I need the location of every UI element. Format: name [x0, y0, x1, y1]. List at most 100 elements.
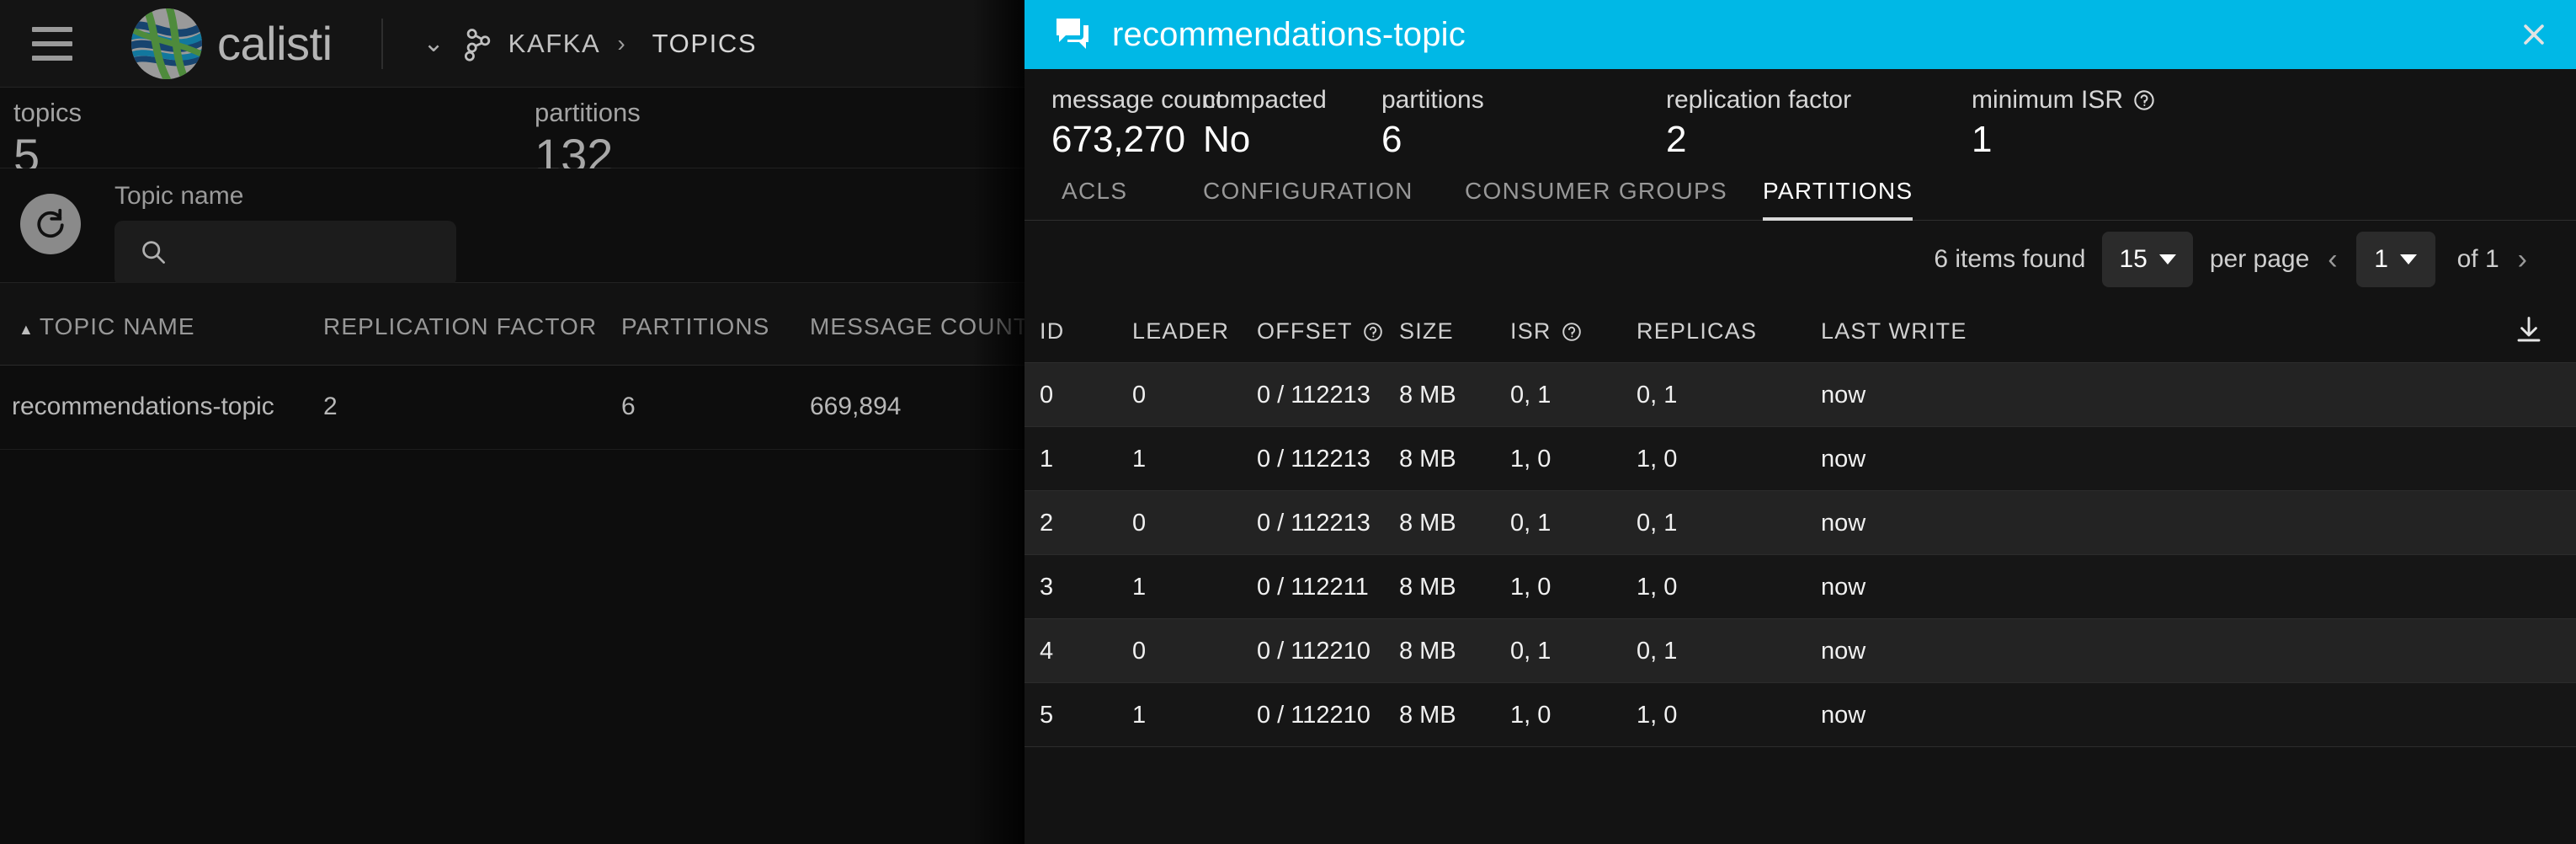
cell-last-write: now	[1821, 382, 1866, 409]
download-icon[interactable]	[2514, 315, 2544, 350]
cell-leader: 1	[1132, 446, 1147, 473]
cell-isr: 1, 0	[1510, 702, 1551, 729]
cell-id: 2	[1040, 510, 1054, 537]
panel-stat-partitions-value: 6	[1381, 119, 1402, 160]
panel-title: recommendations-topic	[1112, 15, 1466, 53]
close-icon[interactable]	[2515, 16, 2552, 53]
partitions-col-isr[interactable]: ISR	[1510, 318, 1582, 345]
cell-replicas: 1, 0	[1637, 574, 1678, 601]
cell-replicas: 0, 1	[1637, 382, 1678, 409]
stat-partitions-label: partitions	[535, 98, 641, 127]
partitions-table-header: ID LEADER OFFSET SIZE ISR REPLICAS LAST …	[1025, 298, 2576, 362]
partitions-col-size[interactable]: SIZE	[1399, 318, 1454, 345]
table-row[interactable]: 5 1 0 / 112210 8 MB 1, 0 1, 0 now	[1025, 682, 2576, 746]
breadcrumb-cluster-label[interactable]: KAFKA	[508, 29, 601, 59]
refresh-icon[interactable]	[20, 194, 81, 254]
hamburger-menu-icon[interactable]	[32, 26, 72, 61]
filter-bar: Topic name	[0, 168, 1031, 286]
cell-leader: 1	[1132, 574, 1147, 601]
table-row[interactable]: 2 0 0 / 112213 8 MB 0, 1 0, 1 now	[1025, 490, 2576, 554]
cell-id: 1	[1040, 446, 1054, 473]
search-input[interactable]	[178, 239, 431, 268]
cell-offset: 0 / 112210	[1257, 638, 1370, 665]
cell-topic-name: recommendations-topic	[12, 393, 274, 420]
panel-stat-compacted-label: compacted	[1203, 86, 1327, 114]
partitions-col-replicas[interactable]: REPLICAS	[1637, 318, 1757, 345]
search-icon	[140, 238, 167, 270]
cell-isr: 0, 1	[1510, 638, 1551, 665]
breadcrumb: ⌄ KAFKA › TOPICS	[423, 24, 758, 64]
page-select-value: 1	[2374, 245, 2388, 273]
help-icon[interactable]	[1562, 322, 1582, 342]
topics-table: ▲ TOPIC NAME REPLICATION FACTOR PARTITION…	[0, 283, 1031, 450]
cell-leader: 0	[1132, 638, 1147, 665]
per-page-select[interactable]: 15	[2102, 232, 2193, 287]
topics-table-header: ▲ TOPIC NAME REPLICATION FACTOR PARTITION…	[0, 283, 1031, 366]
topic-name-filter: Topic name	[114, 184, 456, 286]
cell-replicas: 1, 0	[1637, 446, 1678, 473]
cell-isr: 1, 0	[1510, 574, 1551, 601]
tab-configuration[interactable]: CONFIGURATION	[1203, 162, 1413, 221]
cell-last-write: now	[1821, 446, 1866, 473]
tab-acls[interactable]: ACLS	[1062, 162, 1127, 221]
sort-ascending-icon: ▲	[19, 321, 35, 338]
cell-id: 3	[1040, 574, 1054, 601]
cell-size: 8 MB	[1399, 446, 1456, 473]
cell-leader: 0	[1132, 510, 1147, 537]
stat-topics-label: topics	[13, 98, 82, 127]
partitions-col-isr-label: ISR	[1510, 318, 1551, 344]
table-row[interactable]: 0 0 0 / 112213 8 MB 0, 1 0, 1 now	[1025, 362, 2576, 426]
table-row[interactable]: 3 1 0 / 112211 8 MB 1, 0 1, 0 now	[1025, 554, 2576, 618]
cell-offset: 0 / 112211	[1257, 574, 1369, 601]
partitions-col-offset[interactable]: OFFSET	[1257, 318, 1383, 345]
kafka-cluster-icon	[458, 24, 498, 64]
table-row[interactable]: 4 0 0 / 112210 8 MB 0, 1 0, 1 now	[1025, 618, 2576, 682]
topics-col-message-count[interactable]: MESSAGE COUNT	[810, 313, 1029, 340]
topics-col-replication-factor[interactable]: REPLICATION FACTOR	[323, 313, 597, 340]
panel-header: recommendations-topic	[1025, 0, 2576, 69]
topic-name-filter-label: Topic name	[114, 182, 244, 210]
items-found-label: 6 items found	[1934, 245, 2086, 273]
tab-partitions[interactable]: PARTITIONS	[1763, 162, 1913, 221]
table-row[interactable]: recommendations-topic 2 6 669,894	[0, 366, 1031, 450]
page-select[interactable]: 1	[2355, 232, 2435, 287]
partitions-col-leader[interactable]: LEADER	[1132, 318, 1229, 345]
brand[interactable]: calisti	[130, 7, 333, 81]
cell-replicas: 0, 1	[1637, 510, 1678, 537]
cell-replicas: 1, 0	[1637, 702, 1678, 729]
forum-icon	[1053, 15, 1092, 54]
help-icon[interactable]	[2133, 89, 2155, 111]
pagination-bar: 6 items found 15 per page ‹ 1 of 1 ›	[1025, 221, 2576, 298]
table-row[interactable]: 1 1 0 / 112213 8 MB 1, 0 1, 0 now	[1025, 426, 2576, 490]
partitions-col-id[interactable]: ID	[1040, 318, 1064, 345]
panel-stat-compacted: compacted No	[1203, 88, 1327, 158]
panel-stat-message-count-label: message count	[1051, 86, 1223, 114]
breadcrumb-separator: ›	[617, 29, 625, 56]
cell-isr: 0, 1	[1510, 382, 1551, 409]
panel-stat-minimum-isr-label: minimum ISR	[1972, 88, 2155, 113]
chevron-right-icon[interactable]: ›	[2499, 245, 2546, 274]
chevron-left-icon[interactable]: ‹	[2309, 245, 2355, 274]
cell-size: 8 MB	[1399, 574, 1456, 601]
panel-stat-message-count: message count 673,270	[1051, 88, 1222, 158]
panel-stat-message-count-value: 673,270	[1051, 119, 1186, 160]
cell-leader: 1	[1132, 702, 1147, 729]
cell-offset: 0 / 112210	[1257, 702, 1370, 729]
breadcrumb-current-label[interactable]: TOPICS	[652, 29, 757, 59]
topics-col-topic-name[interactable]: ▲ TOPIC NAME	[19, 313, 195, 340]
breadcrumb-caret-icon[interactable]: ⌄	[423, 30, 444, 56]
panel-stat-replication-factor: replication factor 2	[1666, 88, 1851, 158]
page-total-label: of 1	[2456, 245, 2499, 273]
cell-partitions: 6	[621, 393, 636, 420]
panel-stats-row: message count 673,270 compacted No parti…	[1025, 69, 2576, 162]
app-root: calisti ⌄ KAFKA › TOPICS topics 5 partit…	[0, 0, 2576, 844]
cell-id: 4	[1040, 638, 1054, 665]
topics-col-partitions[interactable]: PARTITIONS	[621, 313, 769, 340]
tab-consumer-groups[interactable]: CONSUMER GROUPS	[1465, 162, 1727, 221]
help-icon[interactable]	[1363, 322, 1383, 342]
search-input-wrapper[interactable]	[114, 221, 456, 286]
partitions-table-footer	[1025, 746, 2576, 780]
partitions-col-last-write[interactable]: LAST WRITE	[1821, 318, 1967, 345]
panel-stat-partitions: partitions 6	[1381, 88, 1484, 158]
chevron-down-icon	[2158, 254, 2176, 264]
